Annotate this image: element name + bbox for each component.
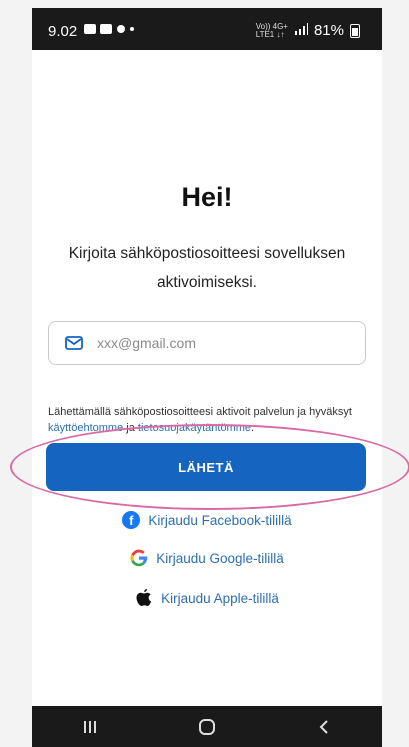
terms-mid: ja (123, 422, 138, 434)
battery-percent: 81% (313, 22, 344, 39)
apple-login-label: Kirjaudu Apple-tilillä (161, 590, 279, 606)
recent-apps-icon (84, 720, 97, 733)
status-left: 9.02 (48, 22, 135, 40)
apple-login-button[interactable]: Kirjaudu Apple-tilillä (32, 588, 382, 608)
google-login-button[interactable]: Kirjaudu Google-tilillä (32, 549, 382, 567)
facebook-icon: f (122, 511, 141, 529)
page-title: Hei! (181, 182, 233, 212)
recent-apps-button[interactable] (60, 720, 120, 734)
home-button[interactable] (177, 718, 237, 736)
privacy-policy-link[interactable]: tietosuojakäytäntömme (138, 422, 251, 434)
android-nav-bar (32, 706, 382, 747)
back-icon (319, 719, 328, 734)
google-icon (130, 549, 148, 567)
status-time: 9.02 (48, 22, 78, 40)
battery-icon (350, 23, 360, 38)
terms-suffix: . (251, 422, 255, 434)
terms-prefix: Lähettämällä sähköpostiosoitteesi aktivo… (48, 406, 352, 418)
notification-icons (83, 22, 135, 40)
page-subtitle: Kirjoita sähköpostiosoitteesi sovellukse… (68, 245, 346, 291)
network-indicator: Vo)) 4G+ LTE1 ↓↑ (255, 21, 288, 39)
google-login-label: Kirjaudu Google-tilillä (156, 550, 284, 566)
signal-icon (294, 22, 308, 39)
status-bar: 9.02 Vo)) 4G+ LTE1 ↓↑ 81% (32, 8, 382, 52)
home-icon (198, 718, 215, 735)
back-button[interactable] (294, 719, 354, 735)
app-screen: Hei! Kirjoita sähköpostiosoitteesi sovel… (10, 50, 409, 706)
facebook-login-button[interactable]: f Kirjaudu Facebook-tilillä (32, 511, 382, 529)
phone: 9.02 Vo)) 4G+ LTE1 ↓↑ 81% Hei! Kirjoita … (10, 8, 409, 747)
status-right: Vo)) 4G+ LTE1 ↓↑ 81% (256, 22, 360, 39)
terms-of-use-link[interactable]: käyttöehtomme (48, 422, 123, 434)
send-button[interactable]: LÄHETÄ (46, 443, 366, 491)
mail-icon (65, 336, 83, 350)
email-input[interactable] (95, 334, 329, 352)
email-field[interactable] (48, 321, 366, 365)
terms-text: Lähettämällä sähköpostiosoitteesi aktivo… (48, 404, 366, 436)
facebook-login-label: Kirjaudu Facebook-tilillä (148, 512, 292, 528)
apple-icon (136, 589, 152, 606)
